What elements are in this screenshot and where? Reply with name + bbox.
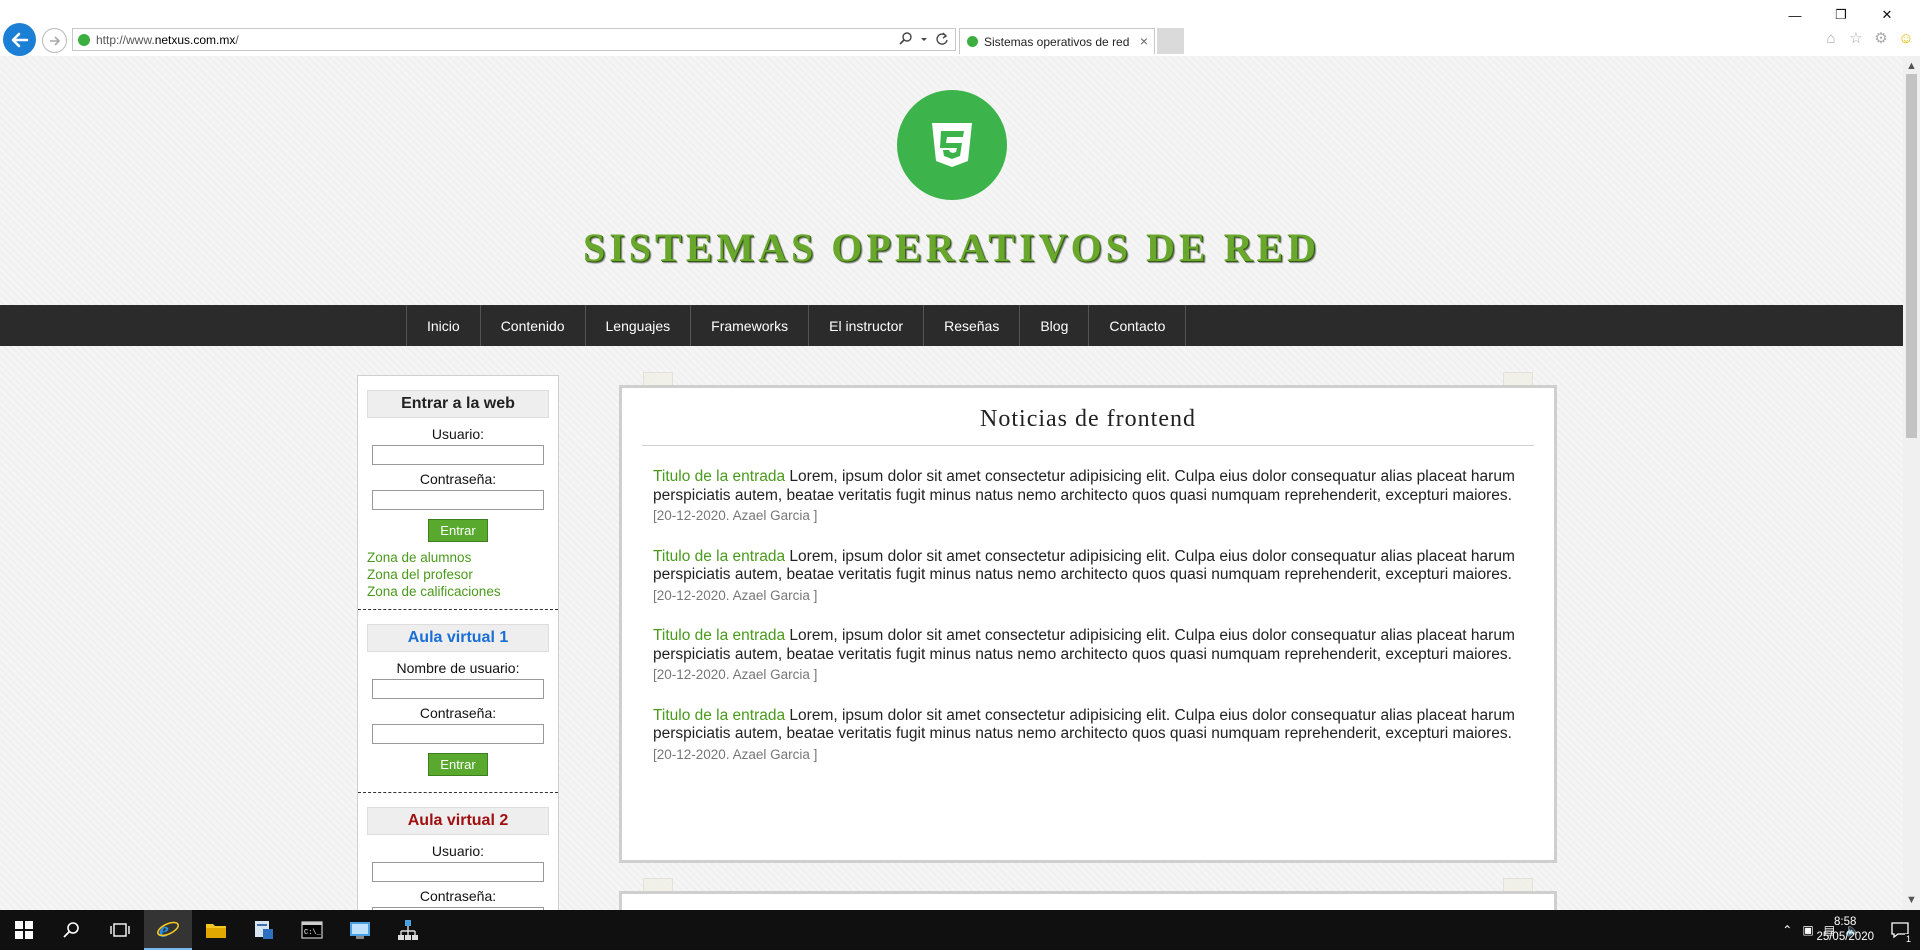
aula1-user-label: Nombre de usuario: bbox=[396, 660, 520, 676]
home-icon[interactable]: ⌂ bbox=[1821, 28, 1841, 48]
aula2-heading: Aula virtual 2 bbox=[367, 807, 549, 835]
aula1-section: Aula virtual 1 Nombre de usuario: Contra… bbox=[358, 610, 558, 793]
page-viewport: SISTEMAS OPERATIVOS DE RED Inicio Conten… bbox=[0, 56, 1903, 910]
tray-chevron-up-icon[interactable]: ⌃ bbox=[1782, 923, 1792, 937]
aula1-heading: Aula virtual 1 bbox=[367, 624, 549, 652]
refresh-icon[interactable] bbox=[935, 31, 949, 47]
news-entry: Titulo de la entrada Lorem, ipsum dolor … bbox=[653, 707, 1523, 765]
nav-item-frameworks[interactable]: Frameworks bbox=[691, 305, 810, 346]
browser-chrome: http://www.netxus.com.mx/ Sistemas opera… bbox=[0, 0, 1920, 56]
link-zona-profesor[interactable]: Zona del profesor bbox=[367, 567, 549, 582]
new-tab-button[interactable] bbox=[1157, 28, 1184, 54]
arrow-right-icon bbox=[49, 35, 60, 46]
nav-item-lenguajes[interactable]: Lenguajes bbox=[586, 305, 692, 346]
feedback-smiley-icon[interactable]: ☺ bbox=[1896, 28, 1916, 48]
sidebar: Entrar a la web Usuario: Contraseña: Ent… bbox=[357, 375, 559, 910]
action-center-icon[interactable]: 1 bbox=[1890, 920, 1912, 944]
start-windows-icon[interactable] bbox=[0, 910, 48, 950]
login-submit-button[interactable]: Entrar bbox=[428, 519, 488, 542]
site-favicon-icon bbox=[78, 34, 90, 46]
news-entry: Titulo de la entrada Lorem, ipsum dolor … bbox=[653, 548, 1523, 606]
close-window-icon[interactable]: ✕ bbox=[1864, 2, 1910, 28]
address-bar[interactable]: http://www.netxus.com.mx/ bbox=[72, 28, 956, 51]
tray-device-icon[interactable]: ▣ bbox=[1802, 923, 1813, 937]
news-list: Titulo de la entrada Lorem, ipsum dolor … bbox=[653, 468, 1523, 786]
network-app-icon[interactable] bbox=[384, 910, 432, 950]
browser-tab-active[interactable]: Sistemas operativos de red × bbox=[959, 28, 1155, 54]
windows-taskbar: e C:\_ ⌃ ▣ ▤ 🔈 8:58 25/05/2020 1 bbox=[0, 910, 1920, 950]
clock-date: 25/05/2020 bbox=[1816, 931, 1874, 943]
scroll-up-icon[interactable]: ▲ bbox=[1906, 60, 1917, 72]
forward-button[interactable] bbox=[42, 28, 67, 53]
link-zona-alumnos[interactable]: Zona de alumnos bbox=[367, 550, 549, 565]
control-panel-icon[interactable] bbox=[336, 910, 384, 950]
link-zona-calificaciones[interactable]: Zona de calificaciones bbox=[367, 584, 549, 599]
news-panel-second bbox=[619, 891, 1557, 910]
entry-meta: [20-12-2020. Azael Garcia ] bbox=[653, 667, 818, 682]
aula2-pass-label: Contraseña: bbox=[419, 888, 497, 904]
svg-text:C:\_: C:\_ bbox=[304, 929, 322, 937]
scroll-thumb[interactable] bbox=[1906, 74, 1917, 438]
arrow-left-icon bbox=[11, 32, 28, 47]
main-navbar: Inicio Contenido Lenguajes Frameworks El… bbox=[0, 305, 1903, 346]
aula1-submit-button[interactable]: Entrar bbox=[428, 753, 488, 776]
tab-title: Sistemas operativos de red bbox=[984, 35, 1130, 49]
nav-item-instructor[interactable]: El instructor bbox=[809, 305, 925, 346]
site-title: SISTEMAS OPERATIVOS DE RED bbox=[582, 225, 1321, 270]
aula1-pass-label: Contraseña: bbox=[419, 705, 497, 721]
server-manager-icon[interactable] bbox=[240, 910, 288, 950]
window-controls: — ❐ ✕ bbox=[1772, 2, 1910, 28]
aula1-pass-input[interactable] bbox=[372, 724, 544, 744]
address-url[interactable]: http://www.netxus.com.mx/ bbox=[96, 33, 239, 47]
minimize-icon[interactable]: — bbox=[1772, 2, 1818, 28]
login-heading: Entrar a la web bbox=[367, 390, 549, 418]
login-pass-label: Contraseña: bbox=[419, 471, 497, 487]
file-explorer-icon[interactable] bbox=[192, 910, 240, 950]
scroll-down-icon[interactable]: ▼ bbox=[1906, 894, 1917, 906]
notification-count: 1 bbox=[1904, 934, 1912, 944]
entry-meta: [20-12-2020. Azael Garcia ] bbox=[653, 746, 818, 762]
entry-title-link[interactable]: Titulo de la entrada bbox=[653, 548, 785, 565]
entry-meta: [20-12-2020. Azael Garcia ] bbox=[653, 508, 818, 523]
taskbar-clock[interactable]: 8:58 25/05/2020 bbox=[1816, 915, 1874, 945]
task-view-icon[interactable] bbox=[96, 910, 144, 950]
news-entry: Titulo de la entrada Lorem, ipsum dolor … bbox=[653, 468, 1523, 526]
panel-title: Noticias de frontend bbox=[642, 406, 1534, 446]
back-button[interactable] bbox=[3, 23, 36, 56]
search-taskbar-icon[interactable] bbox=[48, 910, 96, 950]
nav-list: Inicio Contenido Lenguajes Frameworks El… bbox=[406, 305, 1187, 346]
nav-item-contacto[interactable]: Contacto bbox=[1089, 305, 1187, 346]
entry-title-link[interactable]: Titulo de la entrada bbox=[653, 707, 785, 724]
aula2-user-label: Usuario: bbox=[431, 843, 485, 859]
aula2-user-input[interactable] bbox=[372, 862, 544, 882]
browser-tools: ⌂ ☆ ⚙ ☺ bbox=[1821, 28, 1916, 48]
command-prompt-icon[interactable]: C:\_ bbox=[288, 910, 336, 950]
settings-gear-icon[interactable]: ⚙ bbox=[1871, 28, 1891, 48]
search-icon[interactable] bbox=[899, 31, 913, 47]
news-entry: Titulo de la entrada Lorem, ipsum dolor … bbox=[653, 627, 1523, 685]
clock-time: 8:58 bbox=[1834, 916, 1857, 928]
nav-item-contenido[interactable]: Contenido bbox=[481, 305, 586, 346]
internet-explorer-icon[interactable]: e bbox=[144, 910, 192, 950]
login-user-input[interactable] bbox=[372, 445, 544, 465]
nav-item-inicio[interactable]: Inicio bbox=[407, 305, 481, 346]
entry-title-link[interactable]: Titulo de la entrada bbox=[653, 627, 785, 644]
page-scrollbar[interactable]: ▲ ▼ bbox=[1903, 56, 1920, 910]
aula2-section: Aula virtual 2 Usuario: Contraseña: bbox=[358, 793, 558, 910]
login-pass-input[interactable] bbox=[372, 490, 544, 510]
news-panel: Noticias de frontend Titulo de la entrad… bbox=[619, 385, 1557, 863]
favorites-star-icon[interactable]: ☆ bbox=[1846, 28, 1866, 48]
restore-icon[interactable]: ❐ bbox=[1818, 2, 1864, 28]
nav-item-blog[interactable]: Blog bbox=[1020, 305, 1090, 346]
close-tab-icon[interactable]: × bbox=[1140, 33, 1148, 49]
dropdown-arrow-icon[interactable] bbox=[920, 31, 928, 47]
tab-favicon-icon bbox=[967, 36, 978, 47]
nav-item-resenas[interactable]: Reseñas bbox=[924, 305, 1021, 346]
entry-title-link[interactable]: Titulo de la entrada bbox=[653, 468, 785, 485]
login-user-label: Usuario: bbox=[431, 426, 485, 442]
login-section: Entrar a la web Usuario: Contraseña: Ent… bbox=[358, 376, 558, 610]
css3-logo-icon bbox=[897, 90, 1007, 200]
entry-meta: [20-12-2020. Azael Garcia ] bbox=[653, 587, 818, 603]
aula1-user-input[interactable] bbox=[372, 679, 544, 699]
